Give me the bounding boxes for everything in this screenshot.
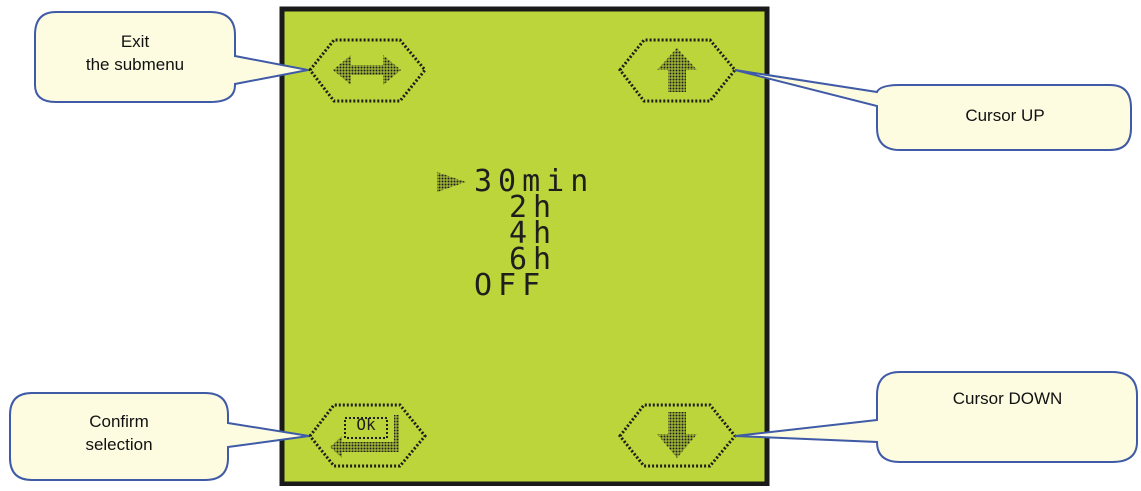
callout-up-text: Cursor UP bbox=[965, 106, 1045, 125]
callout-confirm-line2: selection bbox=[85, 435, 153, 454]
diagram: 30min 2h 4h 6h OFF Ok Exit the submenu C… bbox=[0, 0, 1141, 487]
callout-confirm-line1: Confirm bbox=[89, 412, 149, 431]
menu-item-off[interactable]: OFF bbox=[474, 271, 546, 301]
callout-exit-line1: Exit bbox=[120, 32, 150, 51]
callout-down-text: Cursor DOWN bbox=[952, 389, 1063, 408]
callout-confirm-text: Confirm selection bbox=[12, 410, 226, 456]
ok-label: Ok bbox=[356, 415, 376, 434]
callout-cursor-down bbox=[734, 371, 1138, 463]
callout-exit-text: Exit the submenu bbox=[40, 30, 230, 76]
callout-exit-line2: the submenu bbox=[85, 55, 185, 74]
